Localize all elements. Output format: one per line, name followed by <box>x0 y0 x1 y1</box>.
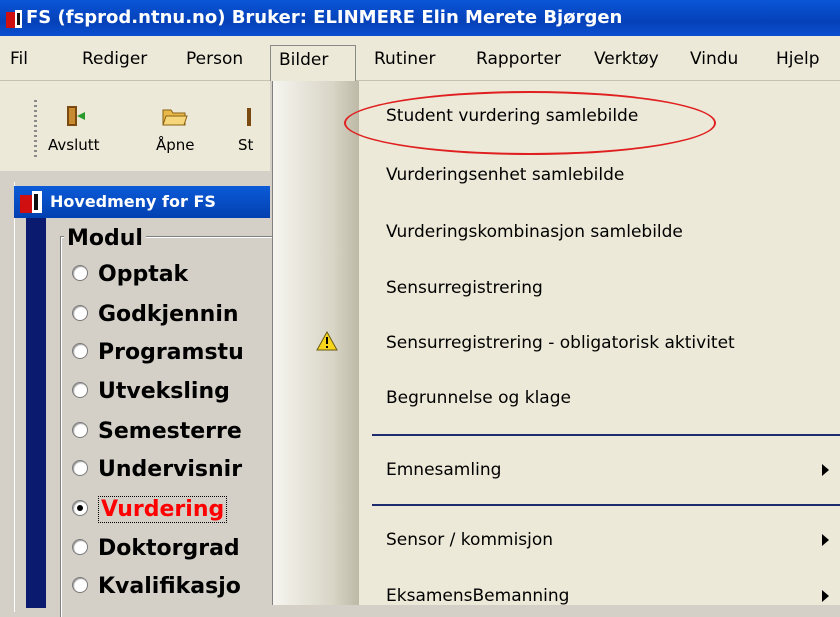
menu-bilder[interactable]: Bilder <box>270 45 356 81</box>
menu-item-vurderingsenhet-samlebilde[interactable]: Vurderingsenhet samlebilde <box>386 165 624 185</box>
radio-button[interactable] <box>72 382 88 398</box>
radio-button[interactable] <box>72 422 88 438</box>
title-bar: FS (fsprod.ntnu.no) Bruker: ELINMERE Eli… <box>0 0 840 36</box>
submenu-arrow-icon <box>822 590 829 602</box>
fs-window-icon <box>20 191 42 213</box>
partial-icon <box>246 108 251 126</box>
open-folder-icon <box>162 109 188 126</box>
radio-godkjenning[interactable]: Godkjennin <box>72 302 239 332</box>
radio-label: Doktorgrad <box>98 536 240 561</box>
menu-person[interactable]: Person <box>178 45 251 73</box>
menu-rapporter[interactable]: Rapporter <box>468 45 569 73</box>
radio-label: Semesterre <box>98 419 242 444</box>
side-strip <box>26 218 46 608</box>
radio-button[interactable] <box>72 577 88 593</box>
radio-programstudium[interactable]: Programstu <box>72 340 244 370</box>
toolbar-grip[interactable] <box>34 100 37 158</box>
window-title: FS (fsprod.ntnu.no) Bruker: ELINMERE Eli… <box>26 7 623 28</box>
radio-label: Kvalifikasjo <box>98 574 241 599</box>
menu-item-sensurregistrering-obligatorisk[interactable]: Sensurregistrering - obligatorisk aktivi… <box>386 333 735 353</box>
radio-doktorgrad[interactable]: Doktorgrad <box>72 536 240 566</box>
submenu-arrow-icon <box>822 534 829 546</box>
radio-button-checked[interactable] <box>72 500 88 516</box>
menu-vindu[interactable]: Vindu <box>682 45 746 73</box>
menu-rediger[interactable]: Rediger <box>74 45 155 73</box>
exit-button[interactable]: Avslutt <box>48 104 100 154</box>
menu-rutiner[interactable]: Rutiner <box>366 45 443 73</box>
annotation-ellipse <box>344 91 716 155</box>
submenu-arrow-icon <box>822 464 829 476</box>
radio-button[interactable] <box>72 343 88 359</box>
radio-label: Undervisnir <box>98 457 243 482</box>
menu-separator <box>372 504 840 506</box>
menu-hjelp[interactable]: Hjelp <box>768 45 827 73</box>
partial-toolbar-button[interactable]: St <box>238 104 253 154</box>
exit-label: Avslutt <box>48 136 100 154</box>
menu-separator <box>372 434 840 436</box>
radio-label: Utveksling <box>98 379 230 404</box>
radio-label: Godkjennin <box>98 302 239 327</box>
module-legend: Modul <box>64 226 146 251</box>
radio-vurdering[interactable]: Vurdering <box>72 496 228 527</box>
radio-undervisning[interactable]: Undervisnir <box>72 457 242 487</box>
menu-item-sensor-kommisjon[interactable]: Sensor / kommisjon <box>386 530 553 550</box>
radio-button[interactable] <box>72 305 88 321</box>
radio-label: Programstu <box>98 340 244 365</box>
exit-door-icon <box>66 106 85 126</box>
menu-item-eksamensbemanning[interactable]: EksamensBemanning <box>386 586 569 606</box>
radio-button[interactable] <box>72 460 88 476</box>
open-button[interactable]: Åpne <box>156 104 195 154</box>
toolbar <box>0 81 270 171</box>
radio-button[interactable] <box>72 539 88 555</box>
radio-button[interactable] <box>72 265 88 281</box>
menu-fil[interactable]: Fil <box>2 45 36 73</box>
menu-item-sensurregistrering[interactable]: Sensurregistrering <box>386 278 543 298</box>
radio-label: Opptak <box>98 262 189 287</box>
menu-item-emnesamling[interactable]: Emnesamling <box>386 460 501 480</box>
menu-item-vurderingskombinasjon-samlebilde[interactable]: Vurderingskombinasjon samlebilde <box>386 222 683 242</box>
menu-bar: Fil Rediger Person Bilder Rutiner Rappor… <box>0 36 840 81</box>
open-label: Åpne <box>156 136 195 154</box>
radio-kvalifikasjon[interactable]: Kvalifikasjo <box>72 574 241 604</box>
radio-utveksling[interactable]: Utveksling <box>72 379 230 409</box>
radio-label-selected: Vurdering <box>98 496 228 523</box>
radio-semesterregistrering[interactable]: Semesterre <box>72 419 242 449</box>
radio-opptak[interactable]: Opptak <box>72 262 188 292</box>
menu-item-begrunnelse-og-klage[interactable]: Begrunnelse og klage <box>386 388 571 408</box>
fs-app-icon <box>6 10 22 28</box>
menu-verktoy[interactable]: Verktøy <box>586 45 667 73</box>
main-menu-title: Hovedmeny for FS <box>50 192 216 211</box>
partial-label: St <box>238 136 254 154</box>
warning-icon <box>316 331 338 351</box>
